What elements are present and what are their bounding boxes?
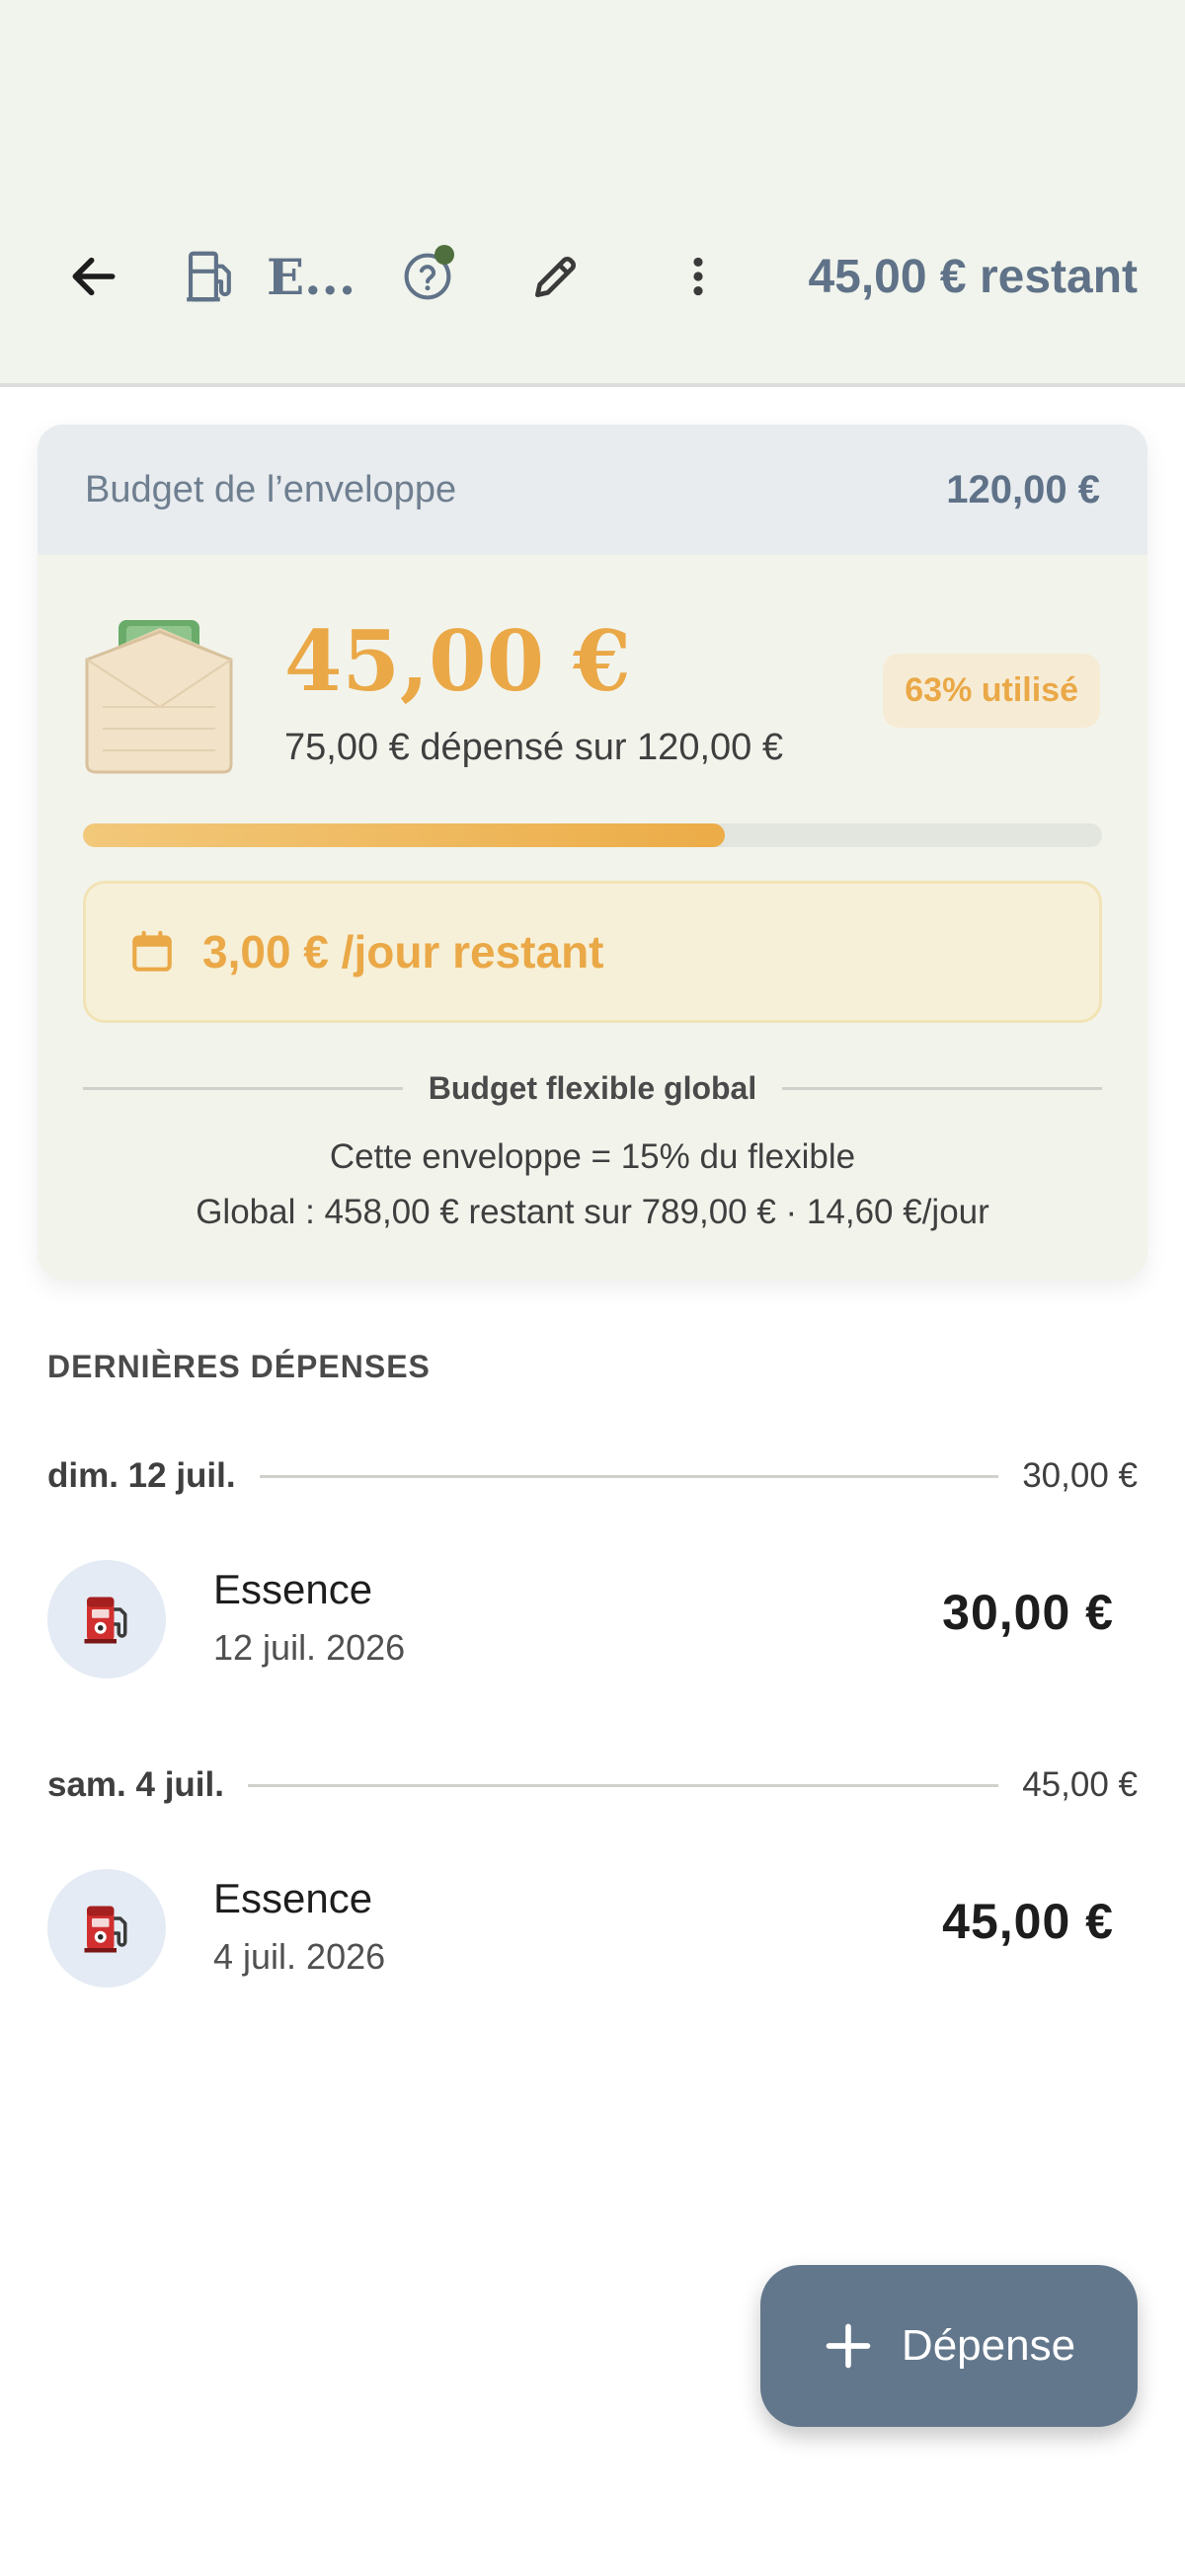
divider-line-left xyxy=(83,1086,403,1090)
top-app-bar: E... 45,00 € restant xyxy=(0,0,1185,387)
edit-button[interactable] xyxy=(512,219,600,334)
edit-pencil-icon xyxy=(535,257,576,297)
more-options-button[interactable] xyxy=(654,219,743,334)
add-expense-button[interactable]: Dépense xyxy=(760,2265,1138,2427)
divider-line-right xyxy=(782,1086,1102,1090)
expense-name: Essence xyxy=(213,1875,373,1921)
expense-amount: 45,00 € xyxy=(942,1894,1114,1949)
budget-progress-fill xyxy=(83,823,726,847)
remaining-amount-header: 45,00 € restant xyxy=(808,250,1138,303)
expense-amount: 30,00 € xyxy=(942,1585,1114,1640)
flexible-budget-divider: Budget flexible global xyxy=(83,1066,1102,1110)
flexible-share-text: Cette enveloppe = 15% du flexible xyxy=(329,1137,856,1176)
recent-expenses-title: DERNIÈRES DÉPENSES xyxy=(47,1349,431,1384)
day-divider-line xyxy=(259,1474,999,1478)
card-header: Budget de l’enveloppe 120,00 € xyxy=(38,425,1147,555)
day-header: sam. 4 juil. 45,00 € xyxy=(47,1760,1138,1810)
envelope-title: E... xyxy=(267,247,356,306)
daily-remaining-text: 3,00 € /jour restant xyxy=(202,926,604,977)
app-bar-row: E... 45,00 € restant xyxy=(0,219,1185,334)
plus-icon xyxy=(826,2323,871,2369)
expense-avatar xyxy=(47,1560,166,1678)
envelope-budget-label: Budget de l’enveloppe xyxy=(85,468,457,510)
more-vert-icon xyxy=(693,257,703,296)
day-label: sam. 4 juil. xyxy=(47,1765,224,1804)
back-arrow-icon xyxy=(72,257,116,296)
fuel-pump-icon xyxy=(84,1906,127,1953)
day-label: dim. 12 juil. xyxy=(47,1456,236,1495)
expense-list-item[interactable]: Essence 12 juil. 2026 30,00 € xyxy=(47,1554,1138,1682)
expense-name: Essence xyxy=(213,1566,373,1612)
day-divider-line xyxy=(247,1783,999,1787)
envelope-budget-card: Budget de l’enveloppe 120,00 € 45,00 € 7… xyxy=(38,425,1147,1280)
back-button[interactable] xyxy=(49,219,138,334)
daily-remaining-box: 3,00 € /jour restant xyxy=(83,881,1102,1023)
calendar-icon xyxy=(132,930,172,972)
day-total: 30,00 € xyxy=(1022,1456,1138,1495)
help-button[interactable] xyxy=(383,219,472,334)
day-total: 45,00 € xyxy=(1022,1765,1138,1804)
remaining-amount: 45,00 € xyxy=(284,612,631,710)
expense-avatar xyxy=(47,1869,166,1988)
expense-date: 12 juil. 2026 xyxy=(213,1627,406,1668)
fuel-pump-icon xyxy=(84,1597,127,1644)
fuel-pump-icon xyxy=(187,251,231,302)
global-budget-summary: Global : 458,00 € restant sur 789,00 € ·… xyxy=(196,1193,989,1231)
usage-percentage-chip: 63% utilisé xyxy=(883,654,1100,728)
expense-date: 4 juil. 2026 xyxy=(213,1936,386,1977)
budget-progress-bar xyxy=(83,823,1102,847)
expense-list-item[interactable]: Essence 4 juil. 2026 45,00 € xyxy=(47,1863,1138,1991)
spent-summary: 75,00 € dépensé sur 120,00 € xyxy=(284,727,783,768)
notification-dot xyxy=(434,245,454,265)
day-header: dim. 12 juil. 30,00 € xyxy=(47,1451,1138,1501)
envelope-category-button[interactable] xyxy=(168,219,257,334)
envelope-budget-amount: 120,00 € xyxy=(946,467,1100,511)
envelope-illustration xyxy=(85,620,233,774)
add-expense-label: Dépense xyxy=(901,2321,1076,2370)
flexible-budget-title: Budget flexible global xyxy=(428,1069,757,1106)
